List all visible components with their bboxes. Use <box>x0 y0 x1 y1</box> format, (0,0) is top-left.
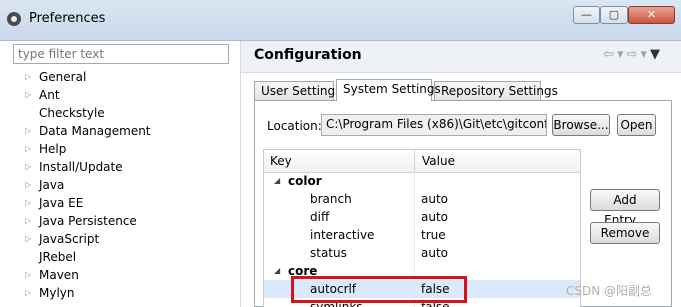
preference-tree: ▷ General ▷ Ant Checkstyle ▷ Data Manage… <box>13 68 237 302</box>
browse-button[interactable]: Browse... <box>552 114 610 136</box>
expand-arrow-icon[interactable]: ▷ <box>25 140 35 158</box>
tree-item-javascript[interactable]: ▷ JavaScript <box>13 230 237 248</box>
tree-item-data-management[interactable]: ▷ Data Management <box>13 122 237 140</box>
tree-item-help[interactable]: ▷ Help <box>13 140 237 158</box>
tab-user-settings[interactable]: User Settings <box>254 81 341 101</box>
column-header-value[interactable]: Value <box>422 154 455 168</box>
column-divider[interactable] <box>414 150 415 172</box>
tree-item-ant[interactable]: ▷ Ant <box>13 86 237 104</box>
location-label: Location: <box>267 119 322 133</box>
table-row[interactable]: symlinks false <box>264 298 580 307</box>
add-entry-button[interactable]: Add Entry... <box>590 189 660 227</box>
row-key: autocrlf <box>310 282 357 296</box>
expand-arrow-icon[interactable]: ▷ <box>25 122 35 140</box>
row-key: core <box>288 264 318 278</box>
tree-item-jrebel[interactable]: JRebel <box>13 248 237 266</box>
config-table: Key Value ◢ color branch auto diff auto <box>263 149 581 307</box>
tree-item-label: Java <box>39 178 65 192</box>
tree-item-install-update[interactable]: ▷ Install/Update <box>13 158 237 176</box>
tree-item-java-ee[interactable]: ▷ Java EE <box>13 194 237 212</box>
row-value: true <box>421 228 446 242</box>
row-value: auto <box>421 246 449 260</box>
page-title: Configuration <box>254 47 362 63</box>
table-row[interactable]: ◢ core <box>264 262 580 280</box>
expand-arrow-icon[interactable]: ▷ <box>25 158 35 176</box>
row-value: auto <box>421 210 449 224</box>
expand-arrow-icon[interactable]: ▷ <box>25 266 35 284</box>
tree-item-label: Ant <box>39 88 60 102</box>
back-arrow-icon[interactable]: ⇦ <box>603 47 617 62</box>
back-menu-icon[interactable]: ▾ <box>617 47 627 62</box>
tree-item-label: Install/Update <box>39 160 123 174</box>
column-header-key[interactable]: Key <box>270 154 292 168</box>
tree-item-java[interactable]: ▷ Java <box>13 176 237 194</box>
expand-arrow-icon[interactable]: ▷ <box>25 194 35 212</box>
configuration-panel: Configuration ⇦▾⇨▾▼ User Settings System… <box>241 41 681 307</box>
history-nav: ⇦▾⇨▾▼ <box>603 47 663 62</box>
tree-item-general[interactable]: ▷ General <box>13 68 237 86</box>
page-header: Configuration ⇦▾⇨▾▼ <box>241 41 681 73</box>
maximize-icon: ▢ <box>608 8 620 21</box>
tree-item-label: Checkstyle <box>39 106 105 120</box>
forward-menu-icon[interactable]: ▾ <box>640 47 650 62</box>
tree-item-label: Java EE <box>39 196 84 210</box>
row-key: color <box>288 174 322 188</box>
row-key: interactive <box>310 228 375 242</box>
expand-arrow-icon[interactable]: ▷ <box>25 86 35 104</box>
tree-item-label: Java Persistence <box>39 214 137 228</box>
row-value: false <box>421 282 450 296</box>
row-value: false <box>421 300 450 307</box>
remove-button[interactable]: Remove <box>590 222 660 244</box>
filter-input[interactable] <box>13 44 229 64</box>
tree-item-label: Maven <box>39 268 79 282</box>
tree-item-label: JavaScript <box>39 232 100 246</box>
table-row[interactable]: branch auto <box>264 190 580 208</box>
forward-arrow-icon[interactable]: ⇨ <box>627 47 641 62</box>
table-header: Key Value <box>264 150 580 173</box>
tree-item-label: Mylyn <box>39 286 75 300</box>
row-key: status <box>310 246 347 260</box>
row-value: auto <box>421 192 449 206</box>
collapse-arrow-icon[interactable]: ◢ <box>274 172 280 190</box>
minimize-button[interactable]: — <box>573 6 600 24</box>
close-icon: ✕ <box>646 8 657 21</box>
expand-arrow-icon[interactable]: ▷ <box>25 212 35 230</box>
tree-item-java-persistence[interactable]: ▷ Java Persistence <box>13 212 237 230</box>
table-row[interactable]: autocrlf false <box>264 280 580 298</box>
expand-arrow-icon[interactable]: ▷ <box>25 230 35 248</box>
view-menu-icon[interactable]: ▼ <box>650 47 663 62</box>
tree-item-label: JRebel <box>39 250 77 264</box>
collapse-arrow-icon[interactable]: ◢ <box>274 262 280 280</box>
expand-arrow-icon[interactable]: ▷ <box>25 284 35 302</box>
watermark: CSDN @阳副总 <box>566 284 653 298</box>
tab-system-settings[interactable]: System Settings <box>336 79 441 101</box>
window-title: Preferences <box>29 11 106 26</box>
location-field[interactable]: C:\Program Files (x86)\Git\etc\gitconfig <box>321 114 547 136</box>
row-key: branch <box>310 192 352 206</box>
title-bar[interactable]: Preferences — ▢ ✕ <box>0 0 681 41</box>
preferences-window: Preferences — ▢ ✕ ▷ General ▷ Ant Checks… <box>0 0 681 307</box>
tree-item-mylyn[interactable]: ▷ Mylyn <box>13 284 237 302</box>
row-key: symlinks <box>310 300 363 307</box>
tree-item-checkstyle[interactable]: Checkstyle <box>13 104 237 122</box>
preferences-sidebar: ▷ General ▷ Ant Checkstyle ▷ Data Manage… <box>0 41 241 307</box>
eclipse-icon <box>7 12 21 26</box>
row-key: diff <box>310 210 330 224</box>
open-button[interactable]: Open <box>617 114 656 136</box>
tab-repository-settings[interactable]: Repository Settings <box>434 81 558 101</box>
close-button[interactable]: ✕ <box>628 6 675 24</box>
tree-item-maven[interactable]: ▷ Maven <box>13 266 237 284</box>
system-settings-pane: Location: C:\Program Files (x86)\Git\etc… <box>254 100 672 307</box>
expand-arrow-icon[interactable]: ▷ <box>25 176 35 194</box>
table-row[interactable]: diff auto <box>264 208 580 226</box>
tree-item-label: Data Management <box>39 124 151 138</box>
table-row[interactable]: interactive true <box>264 226 580 244</box>
tree-item-label: Help <box>39 142 67 156</box>
expand-arrow-icon[interactable]: ▷ <box>25 68 35 86</box>
maximize-button[interactable]: ▢ <box>600 6 628 24</box>
minimize-icon: — <box>581 8 592 21</box>
table-row[interactable]: status auto <box>264 244 580 262</box>
tree-item-label: General <box>39 70 87 84</box>
table-row[interactable]: ◢ color <box>264 172 580 190</box>
